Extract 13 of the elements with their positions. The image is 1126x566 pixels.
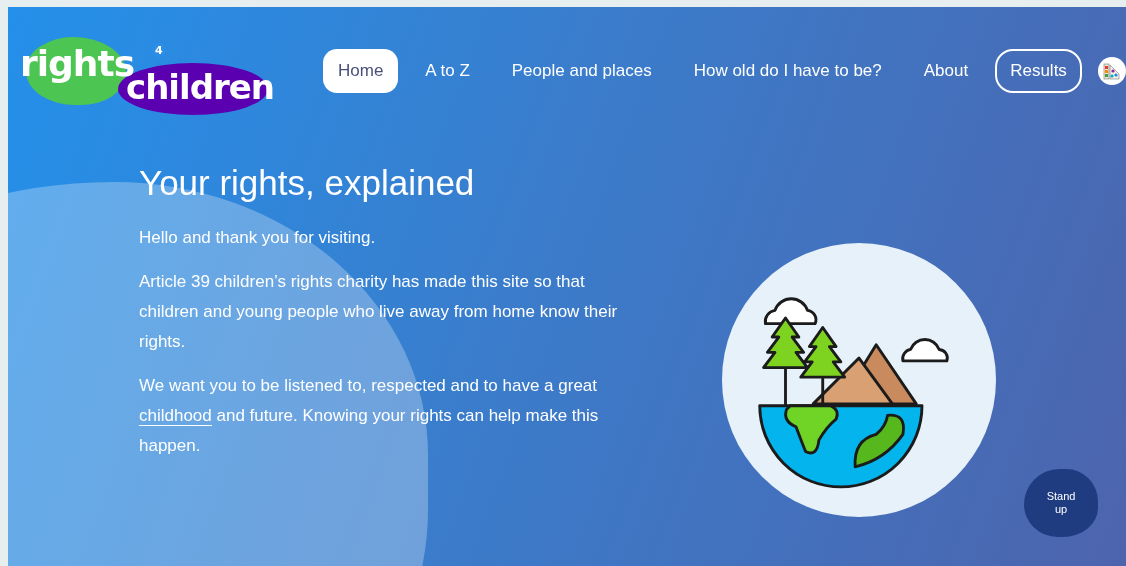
- nav-link[interactable]: How old do I have to be?: [678, 49, 897, 93]
- logo-number: 4: [152, 43, 166, 58]
- nav-link[interactable]: About: [908, 49, 984, 93]
- results-button[interactable]: Results: [995, 49, 1082, 93]
- stand-up-button[interactable]: Stand up: [1024, 469, 1098, 537]
- childhood-link[interactable]: childhood: [139, 406, 212, 426]
- intro-paragraph: Article 39 children’s rights charity has made this site so that children and young people who live away from home know their rights.: [139, 271, 619, 353]
- nav-link[interactable]: A to Z: [410, 49, 485, 93]
- nav-link[interactable]: Home: [323, 49, 399, 93]
- intro-paragraph: Hello and thank you for visiting.: [139, 227, 377, 249]
- nav-link[interactable]: People and places: [496, 49, 667, 93]
- intro-paragraph: We want you to be listened to, respected and to have a great childhood and future. Knowing your rights can help make this happen.: [139, 375, 600, 457]
- hero-heading: Your rights, explained: [139, 163, 476, 203]
